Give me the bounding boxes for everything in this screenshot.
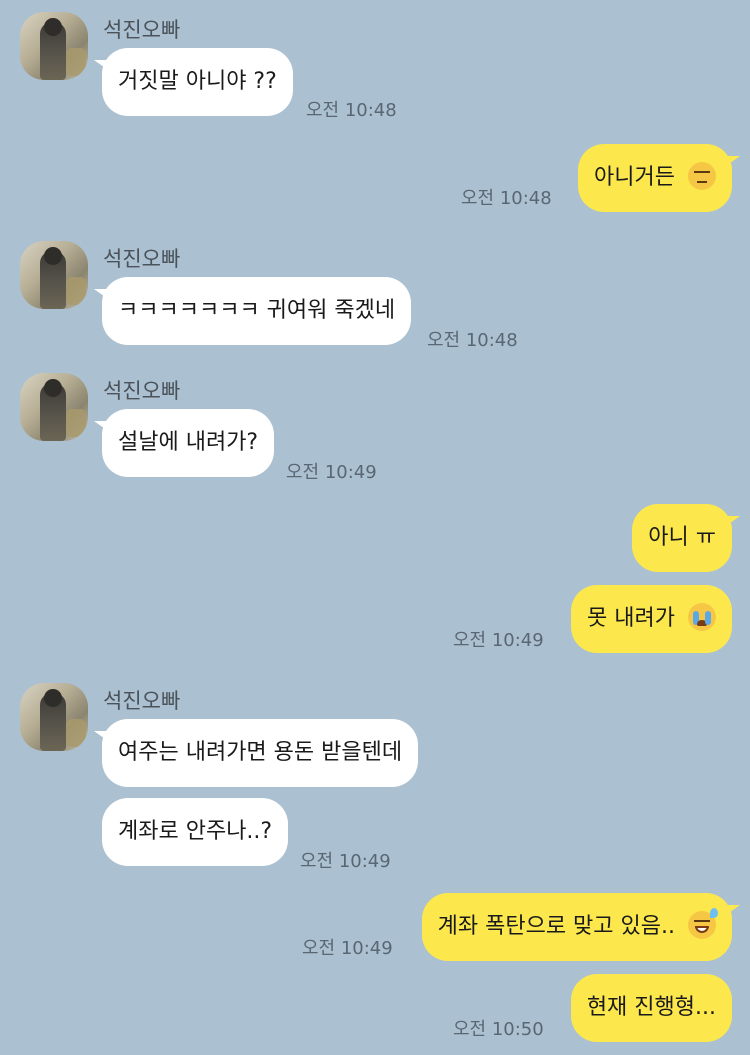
message-bubble-outgoing[interactable]: 아니 ㅠ: [632, 504, 740, 572]
grinning-face-with-sweat-icon: [688, 908, 718, 939]
message-text: 아니 ㅠ: [648, 525, 716, 550]
message-text: 설날에 내려가?: [118, 430, 259, 455]
message-text: 거짓말 아니야 ??: [118, 69, 277, 94]
message-time: 오전 10:49: [302, 938, 393, 959]
contact-avatar[interactable]: [20, 683, 88, 751]
sender-name: 석진오빠: [103, 18, 181, 42]
message-time: 오전 10:49: [453, 630, 544, 651]
sender-name: 석진오빠: [103, 247, 181, 271]
expressionless-face-icon: [688, 162, 716, 190]
message-bubble-incoming[interactable]: ㅋㅋㅋㅋㅋㅋㅋ 귀여워 죽겠네: [93, 277, 412, 345]
message-text: 못 내려가: [587, 606, 675, 631]
message-time: 오전 10:49: [300, 851, 391, 872]
message-time: 오전 10:48: [461, 188, 552, 209]
message-text: ㅋㅋㅋㅋㅋㅋㅋ 귀여워 죽겠네: [118, 298, 396, 323]
message-bubble-incoming[interactable]: 거짓말 아니야 ??: [94, 48, 293, 116]
message-text: 현재 진행형...: [586, 995, 716, 1020]
contact-avatar[interactable]: [20, 12, 88, 80]
sender-name: 석진오빠: [103, 379, 181, 403]
message-bubble-incoming[interactable]: 설날에 내려가?: [93, 409, 275, 477]
message-bubble-outgoing[interactable]: 못 내려가: [571, 585, 732, 653]
message-text: 여주는 내려가면 용돈 받을텐데: [118, 740, 403, 765]
message-text: 아니거든: [594, 165, 675, 190]
message-time: 오전 10:50: [453, 1019, 544, 1040]
message-bubble-outgoing[interactable]: 현재 진행형...: [570, 974, 732, 1042]
message-time: 오전 10:48: [427, 330, 518, 351]
message-bubble-incoming[interactable]: 계좌로 안주나..?: [102, 798, 289, 866]
message-bubble-outgoing[interactable]: 아니거든: [578, 144, 740, 212]
contact-avatar[interactable]: [20, 373, 88, 441]
message-time: 오전 10:48: [306, 100, 397, 121]
loudly-crying-face-icon: [688, 603, 716, 631]
message-bubble-incoming[interactable]: 여주는 내려가면 용돈 받을텐데: [93, 719, 419, 787]
message-text: 계좌 폭탄으로 맞고 있음..: [437, 914, 675, 939]
sender-name: 석진오빠: [103, 689, 181, 713]
contact-avatar[interactable]: [20, 241, 88, 309]
message-time: 오전 10:49: [286, 462, 377, 483]
message-text: 계좌로 안주나..?: [118, 819, 273, 844]
message-bubble-outgoing[interactable]: 계좌 폭탄으로 맞고 있음..: [421, 893, 741, 961]
